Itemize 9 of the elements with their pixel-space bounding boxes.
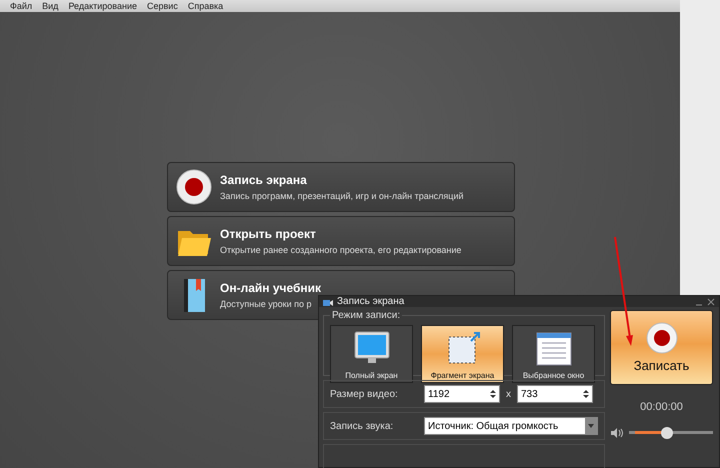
field-label: Размер видео:: [330, 388, 399, 400]
field-label: Запись звука:: [330, 420, 394, 432]
separator-text: x: [506, 388, 511, 400]
card-description: Открытие ранее созданного проекта, его редактирование: [220, 245, 462, 255]
card-description: Доступные уроки по р: [220, 299, 313, 309]
timer: 00:00:00: [640, 401, 683, 413]
card-description: Запись программ, презентаций, игр и он-лайн трансляций: [220, 191, 464, 201]
group-label: Режим записи:: [331, 310, 402, 321]
dialog-title: Запись экрана: [337, 296, 404, 307]
